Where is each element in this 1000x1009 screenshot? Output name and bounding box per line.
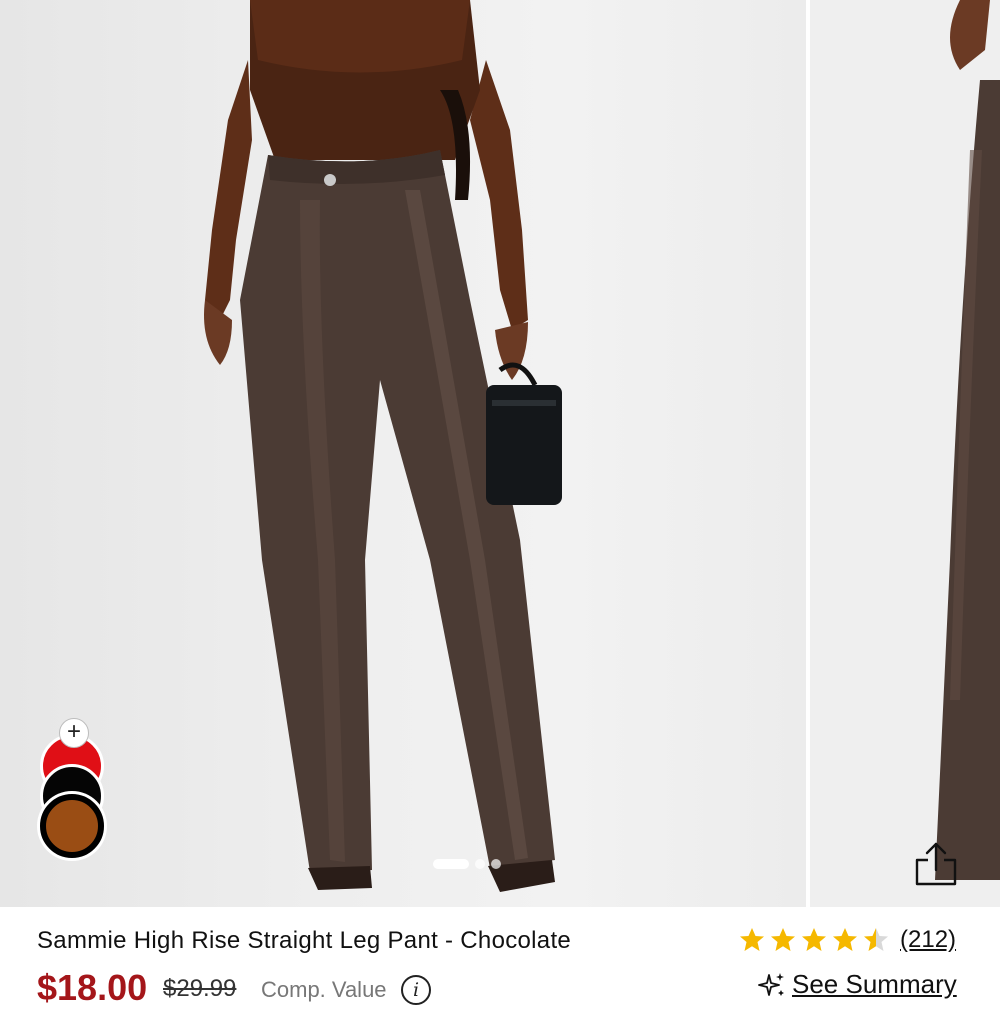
sparkle-icon [758,972,784,996]
swatch-chocolate-selected[interactable] [40,794,104,858]
color-swatches: + [38,718,108,862]
star-icon [833,928,857,951]
compare-price: $29.99 [163,975,237,1002]
see-summary-link[interactable]: See Summary [758,969,957,1000]
product-rating[interactable]: (212) [738,925,956,955]
carousel-dot-active[interactable] [433,859,469,869]
star-icon [740,928,764,951]
rating-stars [738,926,890,954]
info-icon[interactable]: i [401,975,431,1005]
carousel-dot[interactable] [475,859,485,869]
star-icon [771,928,795,951]
share-button[interactable] [908,836,964,892]
star-icon [864,928,888,951]
comp-value-label: Comp. Value [261,977,387,1002]
review-count-link[interactable]: (212) [900,926,956,954]
model-illustration [204,0,562,892]
product-photo-next[interactable] [810,0,1000,907]
carousel-pagination [433,858,501,870]
share-icon [915,842,957,886]
product-image-gallery[interactable]: + [0,0,1000,907]
product-title: Sammie High Rise Straight Leg Pant - Cho… [37,927,572,954]
product-info: Sammie High Rise Straight Leg Pant - Cho… [0,907,1000,1008]
product-photo-main[interactable] [0,0,806,907]
add-swatch-button[interactable]: + [59,718,89,748]
sale-price: $18.00 [37,967,148,1008]
model-illustration-side [935,0,1000,880]
carousel-dot[interactable] [491,859,501,869]
see-summary-label: See Summary [792,969,957,999]
star-icon [802,928,826,951]
